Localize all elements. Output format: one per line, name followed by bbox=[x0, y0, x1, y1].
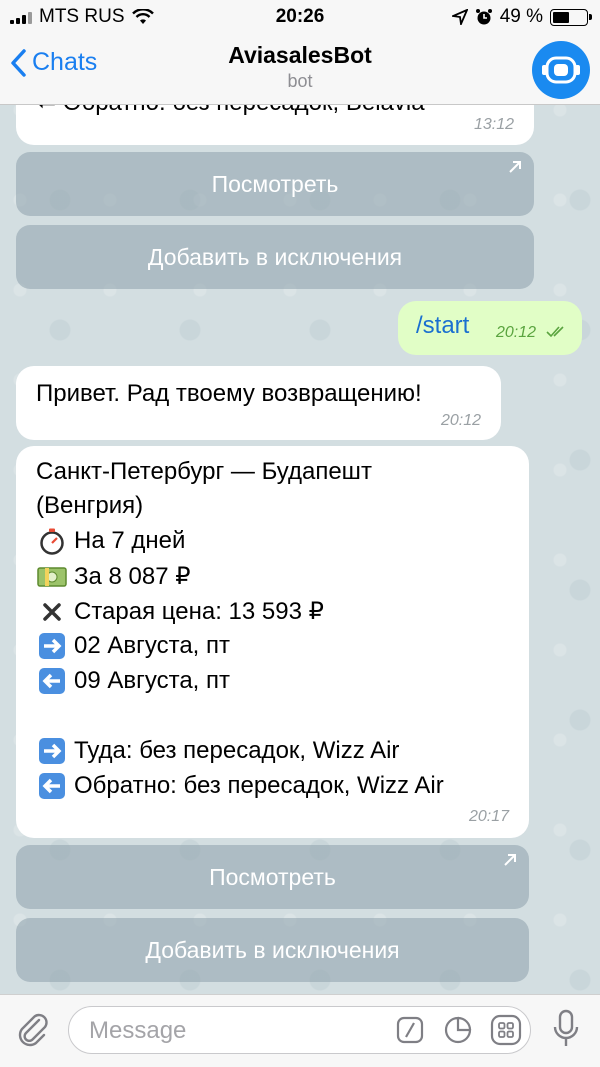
price-line: За 8 087 ₽ bbox=[36, 562, 191, 591]
duration-line: На 7 дней bbox=[36, 527, 185, 555]
message-input[interactable] bbox=[87, 1015, 391, 1047]
greeting-message-bubble: Привет. Рад твоему возвращению! 20:12 bbox=[16, 366, 501, 440]
message-time: 20:12 bbox=[496, 324, 537, 341]
return-date-line: 09 Августа, пт bbox=[36, 667, 230, 695]
attach-button[interactable] bbox=[14, 1009, 54, 1049]
location-arrow-icon bbox=[451, 9, 468, 25]
stopwatch-icon bbox=[36, 527, 68, 555]
message-time: 20:17 bbox=[468, 808, 509, 825]
message-field[interactable] bbox=[68, 1006, 531, 1054]
back-flight-text: Обратно: без пересадок, Wizz Air bbox=[74, 772, 444, 799]
external-link-icon bbox=[504, 854, 516, 866]
button-label: Посмотреть bbox=[211, 170, 339, 197]
keyboard-grid-icon bbox=[490, 1014, 522, 1046]
battery-icon bbox=[550, 8, 592, 26]
there-flight-line: Туда: без пересадок, Wizz Air bbox=[36, 737, 399, 765]
old-price-line: Старая цена: 13 593 ₽ bbox=[36, 597, 324, 626]
alarm-icon bbox=[475, 9, 492, 25]
double-check-icon bbox=[546, 326, 564, 338]
route-country: (Венгрия) bbox=[36, 492, 144, 519]
bot-keyboard-button[interactable] bbox=[489, 1013, 523, 1047]
sticker-button[interactable] bbox=[443, 1015, 473, 1045]
there-flight-text: Туда: без пересадок, Wizz Air bbox=[74, 737, 400, 764]
greeting-text: Привет. Рад твоему возвращению! bbox=[36, 380, 422, 407]
bot-logo-icon bbox=[542, 56, 580, 84]
chat-subtitle: bot bbox=[287, 71, 313, 91]
exclude-button[interactable]: Добавить в исключения bbox=[16, 918, 529, 982]
button-label: Посмотреть bbox=[209, 863, 336, 890]
money-icon bbox=[36, 563, 68, 591]
left-arrow-icon bbox=[36, 772, 68, 800]
right-arrow-icon bbox=[36, 632, 68, 660]
status-bar: MTS RUS 20:26 49 % bbox=[0, 0, 600, 34]
old-price-text: Старая цена: 13 593 ₽ bbox=[74, 598, 324, 625]
nav-bar: Chats AviasalesBot bot bbox=[0, 34, 600, 105]
outgoing-message-text[interactable]: /start bbox=[416, 312, 469, 340]
external-link-icon bbox=[509, 161, 521, 173]
message-time: 13:12 bbox=[473, 116, 514, 133]
depart-date-text: 02 Августа, пт bbox=[74, 632, 230, 659]
sticker-icon bbox=[444, 1016, 472, 1044]
bot-avatar[interactable] bbox=[532, 41, 590, 99]
paperclip-icon bbox=[18, 1013, 48, 1047]
outgoing-message-bubble: /start 20:12 bbox=[398, 301, 582, 355]
voice-message-button[interactable] bbox=[548, 1007, 584, 1051]
back-flight-line: Обратно: без пересадок, Wizz Air bbox=[36, 772, 444, 800]
route-text: Санкт-Петербург — Будапешт bbox=[36, 458, 372, 485]
return-date-text: 09 Августа, пт bbox=[74, 667, 230, 694]
command-button[interactable] bbox=[395, 1015, 425, 1045]
slash-command-icon bbox=[396, 1016, 424, 1044]
message-time: 20:12 bbox=[440, 412, 481, 429]
left-arrow-icon bbox=[36, 667, 68, 695]
button-label: Добавить в исключения bbox=[145, 936, 400, 963]
chat-title: AviasalesBot bbox=[228, 42, 372, 68]
button-label: Добавить в исключения bbox=[147, 243, 403, 270]
input-bar bbox=[0, 994, 600, 1067]
depart-date-line: 02 Августа, пт bbox=[36, 632, 230, 660]
battery-percent: 49 % bbox=[499, 6, 543, 27]
view-button-previous[interactable]: Посмотреть bbox=[16, 152, 534, 216]
offer-message-bubble: Санкт-Петербург — Будапешт (Венгрия) На … bbox=[16, 446, 529, 838]
duration-text: На 7 дней bbox=[74, 527, 186, 554]
exclude-button-previous[interactable]: Добавить в исключения bbox=[16, 225, 534, 289]
cross-mark-icon bbox=[36, 598, 68, 626]
price-text: За 8 087 ₽ bbox=[74, 563, 191, 590]
right-arrow-icon bbox=[36, 737, 68, 765]
view-button[interactable]: Посмотреть bbox=[16, 845, 529, 909]
microphone-icon bbox=[553, 1009, 579, 1046]
